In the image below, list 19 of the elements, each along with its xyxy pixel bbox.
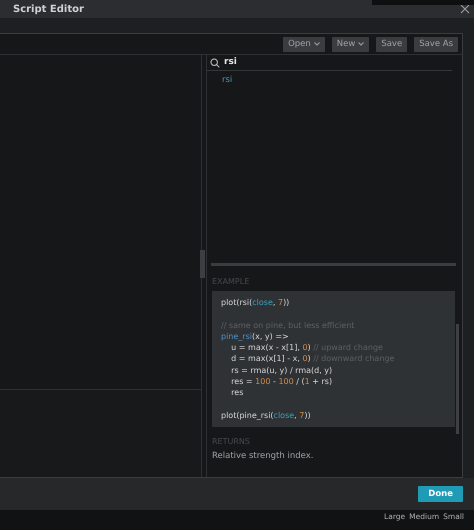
- search-field[interactable]: rsi: [224, 56, 324, 70]
- result-item[interactable]: rsi: [222, 73, 460, 87]
- code-line: rs = rma(u, y) / rma(d, y): [230, 364, 334, 376]
- toolbar-button[interactable]: New: [332, 36, 370, 52]
- code-line: plot(pine_rsi(close, 7)): [221, 410, 312, 422]
- toolbar-button[interactable]: Save As: [414, 36, 458, 52]
- toolbar-button[interactable]: Save: [376, 36, 408, 52]
- code-line: res: [230, 387, 244, 399]
- toolbar-button[interactable]: Open: [283, 36, 325, 52]
- close-button[interactable]: [458, 2, 472, 16]
- returns-text: Relative strength index.: [212, 450, 314, 464]
- code-line: pine_rsi(x, y) =>: [221, 330, 290, 342]
- close-icon: [460, 4, 470, 14]
- window-title: Script Editor: [13, 2, 84, 16]
- code-line: plot(rsi(close, 7)): [221, 297, 290, 308]
- code-line: res = 100 - 100 / (1 + rs): [230, 376, 334, 388]
- done-button[interactable]: Done: [418, 486, 463, 502]
- search-icon: [210, 58, 220, 68]
- splitter-handle[interactable]: [200, 250, 206, 278]
